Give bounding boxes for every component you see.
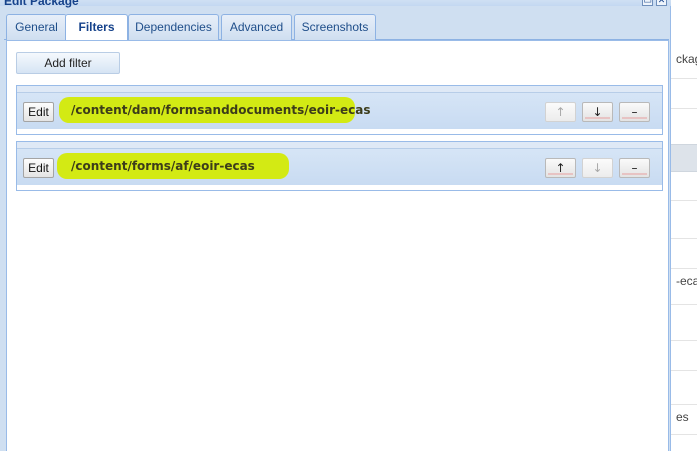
tab-label: Advanced [229, 20, 284, 34]
tab-filters[interactable]: Filters [65, 14, 128, 41]
move-up-button[interactable]: ↑ [545, 158, 576, 178]
dialog-close-button[interactable]: ✕ [656, 0, 667, 6]
close-icon: ✕ [657, 0, 666, 5]
filter-row-header [17, 142, 662, 149]
tab-screenshots[interactable]: Screenshots [294, 14, 376, 40]
filter-row-body: Edit /content/forms/af/eoir-ecas ↑ ↓ – [17, 149, 662, 185]
background-row-text: -eca [676, 274, 697, 288]
dialog-title: Edit Package [4, 0, 79, 8]
remove-filter-button[interactable]: – [619, 102, 650, 122]
filter-row-header [17, 86, 662, 93]
background-row: es [671, 404, 697, 435]
tab-dependencies[interactable]: Dependencies [128, 14, 219, 40]
filter-row: Edit /content/forms/af/eoir-ecas ↑ ↓ – [16, 141, 663, 191]
background-row-text: ckag [676, 52, 697, 66]
move-up-button[interactable]: ↑ [545, 102, 576, 122]
background-row [671, 108, 697, 145]
background-row [671, 370, 697, 405]
dialog-maximize-button[interactable]: ▭ [642, 0, 653, 6]
filter-row-body: Edit /content/dam/formsanddocuments/eoir… [17, 93, 662, 129]
filter-path: /content/forms/af/eoir-ecas [71, 159, 255, 173]
screen: ckag -eca es Edit Package ▭ ✕ General [0, 0, 697, 451]
edit-filter-button[interactable]: Edit [23, 158, 54, 178]
maximize-icon: ▭ [643, 0, 652, 5]
edit-package-dialog: Edit Package ▭ ✕ General Filters Depende… [0, 0, 671, 451]
background-row [671, 170, 697, 201]
filter-path: /content/dam/formsanddocuments/eoir-ecas [71, 103, 371, 117]
tab-label: Dependencies [135, 20, 212, 34]
move-down-button[interactable]: ↓ [582, 158, 613, 178]
tab-advanced[interactable]: Advanced [221, 14, 292, 40]
add-filter-button[interactable]: Add filter [16, 52, 120, 74]
background-row: -eca [671, 268, 697, 305]
background-header-row [671, 144, 697, 172]
remove-filter-button[interactable]: – [619, 158, 650, 178]
tab-label: Filters [78, 20, 115, 34]
move-down-button[interactable]: ↓ [582, 102, 613, 122]
background-row [671, 200, 697, 239]
tab-strip: General Filters Dependencies Advanced Sc… [4, 12, 669, 41]
background-row [671, 238, 697, 269]
background-row: ckag [671, 40, 697, 79]
tab-general[interactable]: General [6, 14, 67, 40]
background-app-list: ckag -eca es [671, 0, 697, 451]
filters-panel: Add filter Edit /content/dam/formsanddoc… [6, 40, 669, 451]
background-row [671, 304, 697, 341]
tab-label: Screenshots [301, 20, 369, 34]
dialog-title-bar[interactable] [0, 0, 671, 6]
background-row-text: es [676, 410, 689, 424]
filter-row: Edit /content/dam/formsanddocuments/eoir… [16, 85, 663, 135]
background-row [671, 78, 697, 109]
tab-label: General [15, 20, 58, 34]
edit-filter-button[interactable]: Edit [23, 102, 54, 122]
background-row [671, 340, 697, 371]
